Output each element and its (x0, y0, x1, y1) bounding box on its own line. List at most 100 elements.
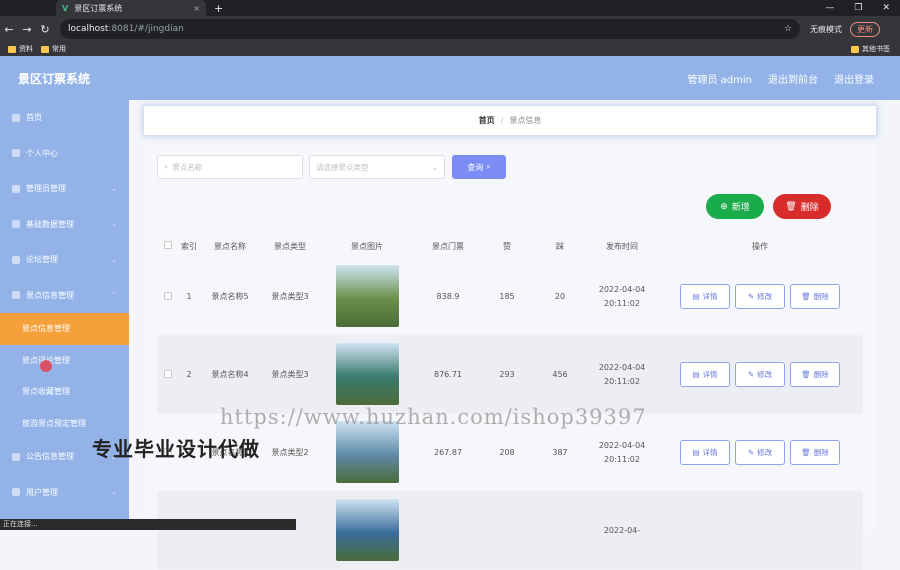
table-row: 2 景点名称4 景点类型3 876.71 293 456 2022-04-04 … (157, 336, 863, 414)
breadcrumb: 首页 / 景点信息 (143, 105, 877, 136)
trash-icon: 🗑 (801, 292, 811, 301)
bookmark-folder[interactable]: 常用 (41, 44, 66, 54)
delete-button[interactable]: 🗑 删除 (790, 284, 840, 309)
breadcrumb-separator: / (500, 116, 504, 125)
sidebar-item-forum[interactable]: 论坛管理 ⌄ (0, 242, 129, 278)
edit-icon: ✎ (747, 292, 755, 301)
cell-price: 838.9 (436, 292, 460, 301)
sidebar-item-users[interactable]: 用户管理 ⌄ (0, 475, 129, 511)
edit-button[interactable]: ✎ 修改 (735, 362, 785, 387)
bookmark-folder[interactable]: 资料 (8, 44, 33, 54)
detail-button[interactable]: ▤ 详情 (680, 284, 730, 309)
cell-up: 185 (499, 292, 515, 301)
user-icon (12, 149, 20, 158)
cell-down: 387 (552, 448, 568, 457)
logout-link[interactable]: 退出登录 (834, 71, 874, 86)
close-window-icon[interactable]: ✕ (882, 3, 890, 13)
header-down: 踩 (556, 241, 564, 251)
sidebar-item-basic-data[interactable]: 基础数据管理 ⌄ (0, 207, 129, 243)
folder-icon (8, 45, 16, 53)
window-controls: — ❐ ✕ (825, 3, 900, 13)
to-front-link[interactable]: 退出到前台 (768, 71, 818, 86)
new-tab-button[interactable]: + (214, 2, 223, 15)
forward-icon[interactable]: → (18, 23, 36, 36)
add-button[interactable]: ⊕ 新增 (706, 194, 764, 219)
url-path: :8081/#/jingdian (108, 24, 184, 34)
scenic-image (335, 342, 399, 405)
sidebar-sub-scenic-info[interactable]: 景点信息管理 (0, 313, 129, 345)
document-icon: ▤ (692, 370, 700, 379)
maximize-icon[interactable]: ❐ (854, 3, 862, 13)
trash-icon: 🗑 (785, 201, 797, 212)
search-button[interactable]: 查询 ⌕ (452, 155, 506, 179)
edit-button[interactable]: ✎ 修改 (735, 284, 785, 309)
row-checkbox[interactable] (164, 291, 172, 300)
cell-index: 1 (186, 292, 192, 301)
scenic-image (335, 264, 399, 327)
detail-button[interactable]: ▤ 详情 (680, 362, 730, 387)
chevron-down-icon: ⌄ (111, 255, 117, 264)
notice-icon (12, 452, 20, 461)
search-icon: ⌕ (164, 162, 169, 171)
scenic-image (335, 420, 399, 483)
other-bookmarks[interactable]: 其他书签 (851, 44, 890, 54)
browser-tab[interactable]: V 景区订票系统 × (56, 0, 206, 16)
cell-down: 20 (554, 292, 566, 301)
sidebar-sub-scenic-favorite[interactable]: 景点收藏管理 (0, 376, 129, 408)
watermark-url: https://www.huzhan.com/ishop39397 (220, 405, 647, 429)
select-all-checkbox[interactable] (164, 241, 172, 249)
address-bar[interactable]: localhost:8081/#/jingdian ☆ (60, 19, 800, 39)
cell-price: 267.87 (434, 448, 462, 457)
cell-type: 景点类型2 (271, 448, 309, 457)
scenic-name-input[interactable]: ⌕ 景点名称 (157, 155, 303, 179)
tab-title: 景区订票系统 (74, 3, 123, 13)
table-header: 索引 景点名称 景点类型 景点图片 景点门票 赞 踩 发布时间 操作 (157, 234, 863, 258)
detail-button[interactable]: ▤ 详情 (680, 440, 730, 465)
cell-up: 293 (499, 370, 515, 379)
vue-logo-icon: V (62, 3, 69, 13)
mouse-cursor-icon (40, 360, 52, 372)
edit-button[interactable]: ✎ 修改 (735, 440, 785, 465)
sidebar-item-profile[interactable]: 个人中心 (0, 136, 129, 172)
reload-icon[interactable]: ↻ (36, 23, 54, 36)
forum-icon (12, 255, 20, 264)
chevron-down-icon: ⌄ (111, 220, 117, 229)
update-button[interactable]: 更新 (850, 21, 880, 37)
data-icon (12, 220, 20, 229)
sidebar-item-scenic[interactable]: 景点信息管理 ⌃ (0, 278, 129, 314)
table-row: 2022-04- (157, 492, 863, 570)
edit-icon: ✎ (747, 370, 755, 379)
delete-button[interactable]: 🗑 删除 (790, 440, 840, 465)
cell-name: 景点名称5 (211, 292, 249, 301)
document-icon: ▤ (692, 292, 700, 301)
cell-time: 2022-04-04 20:11:02 (598, 440, 646, 464)
main-content: 首页 / 景点信息 ⌕ 景点名称 请选择景点类型 ⌄ 查询 ⌕ ⊕ 新增 🗑 删除 索引 … (129, 100, 900, 570)
scenic-type-select[interactable]: 请选择景点类型 ⌄ (309, 155, 445, 179)
minimize-icon[interactable]: — (825, 3, 834, 13)
status-bar: 正在连接... (0, 519, 296, 530)
header-price: 景点门票 (432, 241, 464, 251)
back-icon[interactable]: ← (0, 23, 18, 36)
trash-icon: 🗑 (801, 370, 811, 379)
type-placeholder: 请选择景点类型 (316, 162, 369, 172)
delete-button[interactable]: 🗑 删除 (790, 362, 840, 387)
bookmark-star-icon[interactable]: ☆ (784, 24, 792, 34)
table-row: 1 景点名称5 景点类型3 838.9 185 20 2022-04-04 20… (157, 258, 863, 336)
batch-delete-button[interactable]: 🗑 删除 (773, 194, 831, 219)
sidebar-item-home[interactable]: 首页 (0, 100, 129, 136)
header-name: 景点名称 (214, 241, 246, 251)
breadcrumb-home[interactable]: 首页 (479, 115, 495, 126)
sidebar-item-admin[interactable]: 管理员管理 ⌄ (0, 171, 129, 207)
tab-close-icon[interactable]: × (193, 4, 200, 13)
incognito-label: 无痕模式 (810, 24, 842, 34)
chevron-down-icon: ⌄ (111, 488, 117, 497)
row-checkbox[interactable] (164, 369, 172, 378)
browser-tab-strip: V 景区订票系统 × + — ❐ ✕ (0, 0, 900, 16)
breadcrumb-current: 景点信息 (509, 116, 542, 125)
header-image: 景点图片 (351, 241, 383, 251)
sidebar-sub-scenic-comment[interactable]: 景点评论管理 (0, 345, 129, 377)
header-up: 赞 (503, 241, 511, 251)
cell-time: 2022-04-04 20:11:02 (598, 284, 646, 308)
watermark-text: 专业毕业设计代做 (92, 437, 260, 461)
admin-icon (12, 184, 20, 193)
